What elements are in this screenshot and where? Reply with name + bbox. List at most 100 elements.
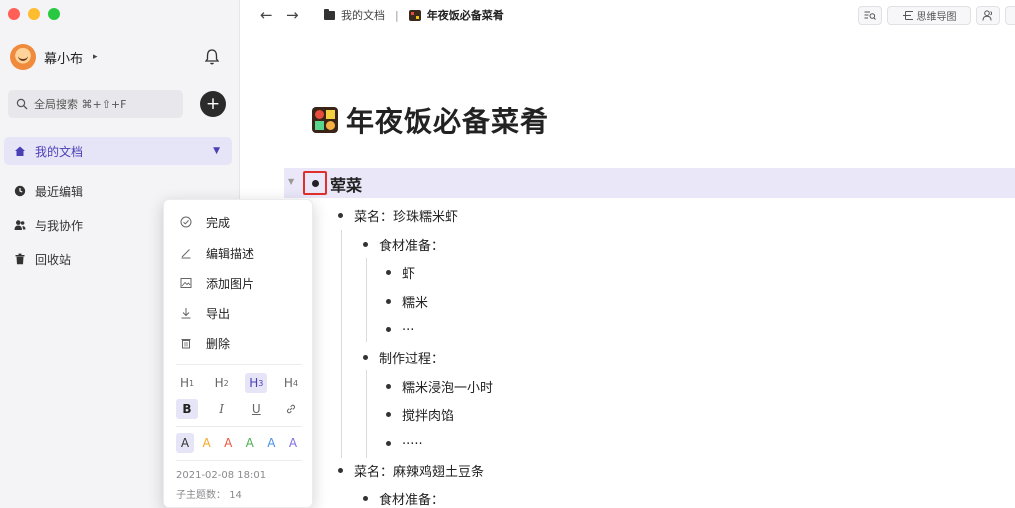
- forward-arrow-icon[interactable]: →: [286, 6, 302, 24]
- list-item[interactable]: 糯米: [402, 292, 428, 311]
- list-item[interactable]: 搅拌肉馅: [402, 405, 454, 424]
- list-bullet[interactable]: [386, 441, 391, 446]
- menu-item-label: 导出: [206, 306, 231, 321]
- avatar: [10, 44, 36, 70]
- color-letter: A: [267, 436, 276, 450]
- list-bullet[interactable]: [386, 412, 391, 417]
- bento-box-icon: [408, 9, 421, 21]
- mindmap-button[interactable]: 思维导图: [887, 6, 971, 25]
- user-menu[interactable]: 幕小布 ▸: [10, 44, 98, 70]
- heading-3-button[interactable]: H3: [245, 373, 268, 393]
- text-color-red[interactable]: A: [219, 433, 237, 453]
- heading-1-button[interactable]: H1: [176, 373, 198, 393]
- text-color-orange[interactable]: A: [198, 433, 216, 453]
- color-letter: A: [245, 436, 254, 450]
- sidebar-item-my-docs[interactable]: 我的文档 ▼: [4, 137, 232, 165]
- color-letter: A: [180, 436, 190, 450]
- list-bullet[interactable]: [386, 327, 391, 332]
- text-format-row: B I U: [176, 399, 302, 419]
- subtopic-count: 子主题数： 14: [176, 486, 242, 501]
- list-item[interactable]: 菜名：麻辣鸡翅土豆条: [354, 461, 484, 480]
- menu-item-delete[interactable]: 删除: [164, 329, 314, 357]
- list-bullet[interactable]: [386, 270, 391, 275]
- document-title[interactable]: 年夜饭必备菜肴: [346, 100, 549, 140]
- page-title: 年夜饭必备菜肴: [312, 100, 549, 140]
- trash-icon: [181, 339, 191, 349]
- list-item[interactable]: ...: [402, 319, 414, 334]
- image-icon: [180, 278, 192, 288]
- menu-divider: [176, 426, 302, 427]
- list-bullet[interactable]: [363, 242, 368, 247]
- mindmap-icon: [902, 11, 913, 20]
- sidebar-item-label: 我的文档: [35, 144, 84, 159]
- text-color-green[interactable]: A: [241, 433, 259, 453]
- underline-button[interactable]: U: [245, 399, 267, 419]
- italic-button[interactable]: I: [211, 399, 233, 419]
- outline-guide-line: [366, 258, 367, 342]
- more-button[interactable]: [1005, 6, 1015, 25]
- menu-item-label: 完成: [206, 215, 231, 230]
- menu-item-add-image[interactable]: 添加图片: [164, 269, 314, 297]
- list-item[interactable]: .....: [402, 433, 423, 448]
- outline-search-icon: [864, 11, 876, 20]
- text-color-purple[interactable]: A: [284, 433, 302, 453]
- search-input[interactable]: 全局搜索 ⌘+⇧+F: [8, 90, 183, 118]
- outline-search-button[interactable]: [858, 6, 882, 25]
- menu-item-complete[interactable]: 完成: [164, 208, 314, 236]
- list-item[interactable]: 食材准备：: [379, 489, 444, 508]
- list-bullet[interactable]: [363, 355, 368, 360]
- link-button[interactable]: [280, 399, 302, 419]
- topic-context-menu: 完成 编辑描述 添加图片 导出 删除 H1 H2 H3 H4 B I U A A…: [163, 199, 313, 508]
- list-item[interactable]: 制作过程：: [379, 348, 444, 367]
- list-bullet[interactable]: [338, 213, 343, 218]
- list-bullet[interactable]: [386, 299, 391, 304]
- list-bullet[interactable]: [363, 496, 368, 501]
- bold-button[interactable]: B: [176, 399, 198, 419]
- user-add-icon: [982, 10, 993, 21]
- menu-item-label: 编辑描述: [206, 246, 255, 261]
- list-item[interactable]: 食材准备：: [379, 235, 444, 254]
- list-item[interactable]: 糯米浸泡一小时: [402, 377, 493, 396]
- color-letter: A: [288, 436, 298, 450]
- text-color-black[interactable]: A: [176, 433, 194, 453]
- topic-timestamp: 2021-02-08 18:01: [176, 470, 267, 481]
- sidebar-item-label: 回收站: [35, 252, 72, 267]
- link-icon: [286, 404, 296, 414]
- color-letter: A: [224, 436, 233, 450]
- outline-guide-line: [341, 230, 342, 458]
- check-circle-icon: [180, 216, 192, 228]
- menu-divider: [176, 460, 302, 461]
- topic-meat-dishes[interactable]: 荤菜: [330, 172, 362, 196]
- sidebar-item-label: 与我协作: [35, 218, 84, 233]
- heading-4-button[interactable]: H4: [280, 373, 302, 393]
- breadcrumb-root[interactable]: 我的文档: [341, 7, 385, 23]
- heading-2-button[interactable]: H2: [211, 373, 233, 393]
- menu-item-edit-description[interactable]: 编辑描述: [164, 239, 314, 267]
- folder-icon: [324, 8, 335, 20]
- clock-icon: [14, 185, 26, 197]
- window-controls: [8, 8, 60, 20]
- list-item[interactable]: 菜名：珍珠糯米虾: [354, 206, 458, 225]
- list-bullet[interactable]: [338, 468, 343, 473]
- menu-item-export[interactable]: 导出: [164, 299, 314, 327]
- home-icon: [15, 146, 25, 156]
- collapse-triangle-icon[interactable]: ▼: [288, 177, 294, 186]
- back-arrow-icon[interactable]: ←: [260, 6, 276, 24]
- selected-topic-row: [284, 168, 1015, 198]
- subtopic-count-label: 子主题数：: [176, 490, 226, 501]
- color-letter: A: [202, 436, 211, 450]
- text-color-blue[interactable]: A: [262, 433, 280, 453]
- close-window-button[interactable]: [8, 8, 20, 20]
- download-icon: [181, 308, 191, 319]
- search-placeholder: 全局搜索 ⌘+⇧+F: [34, 98, 127, 111]
- zoom-window-button[interactable]: [48, 8, 60, 20]
- share-button[interactable]: [976, 6, 1000, 25]
- new-document-button[interactable]: +: [200, 91, 226, 117]
- menu-item-label: 添加图片: [206, 276, 255, 291]
- menu-divider: [176, 364, 302, 365]
- list-bullet[interactable]: [386, 384, 391, 389]
- bell-icon[interactable]: [204, 48, 220, 66]
- chevron-down-icon[interactable]: ▼: [213, 146, 220, 156]
- list-item[interactable]: 虾: [402, 263, 415, 282]
- minimize-window-button[interactable]: [28, 8, 40, 20]
